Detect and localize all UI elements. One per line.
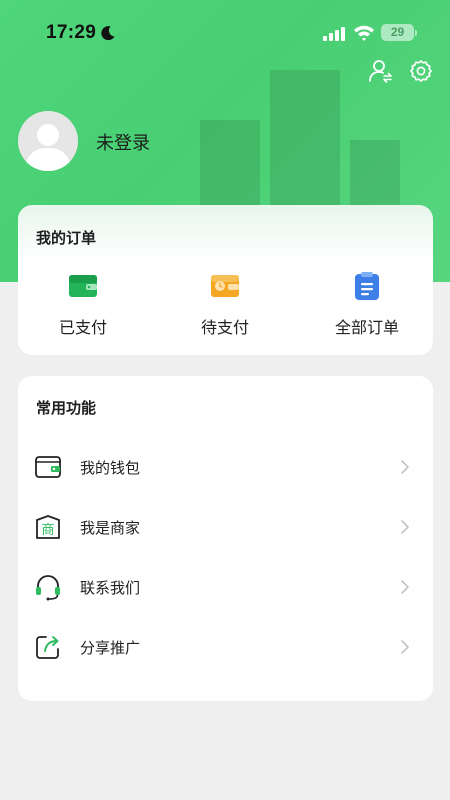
menu-item-merchant[interactable]: 商 我是商家 (18, 502, 433, 552)
order-paid[interactable]: 已支付 (28, 271, 138, 341)
status-time: 17:29 (46, 22, 97, 43)
wallet-card-icon (69, 275, 97, 297)
login-status[interactable]: 未登录 (96, 129, 150, 155)
chevron-right-icon (401, 520, 409, 534)
chevron-right-icon (401, 580, 409, 594)
wallet-icon (35, 456, 61, 478)
order-all[interactable]: 全部订单 (312, 271, 422, 341)
common-functions-card: 常用功能 我的钱包 商 我是商家 联系我们 分享推广 (18, 376, 433, 701)
order-pending-payment[interactable]: 待支付 (170, 271, 280, 341)
menu-item-wallet[interactable]: 我的钱包 (18, 442, 433, 492)
settings-icon[interactable] (408, 58, 434, 84)
order-paid-label: 已支付 (58, 318, 107, 337)
order-pending-label: 待支付 (200, 318, 249, 337)
share-icon (36, 636, 59, 659)
status-bar: 17:29 29 (0, 0, 450, 66)
menu-label-wallet: 我的钱包 (80, 459, 141, 477)
default-avatar-icon (18, 111, 78, 171)
battery-nub (415, 30, 417, 36)
merchant-icon: 商 (36, 515, 60, 539)
clock-wallet-icon (211, 275, 239, 297)
common-functions-title: 常用功能 (36, 399, 97, 417)
battery-icon: 29 (381, 24, 414, 41)
my-orders-title: 我的订单 (36, 229, 97, 247)
avatar[interactable] (18, 111, 78, 171)
order-all-label: 全部订单 (334, 318, 399, 337)
signal-icon (323, 27, 345, 41)
chevron-right-icon (401, 460, 409, 474)
chevron-right-icon (401, 640, 409, 654)
moon-icon (101, 26, 115, 41)
clipboard-list-icon (355, 272, 379, 300)
menu-label-merchant: 我是商家 (80, 519, 141, 537)
merchant-glyph: 商 (41, 523, 54, 538)
wifi-icon (354, 25, 374, 41)
menu-item-share[interactable]: 分享推广 (18, 622, 433, 672)
menu-label-contact: 联系我们 (80, 579, 141, 597)
menu-label-share: 分享推广 (80, 639, 141, 657)
headset-icon (36, 575, 60, 601)
switch-user-icon[interactable] (368, 58, 394, 84)
my-orders-card: 我的订单 已支付 待支付 全部订单 (18, 205, 433, 355)
menu-item-contact[interactable]: 联系我们 (18, 562, 433, 612)
